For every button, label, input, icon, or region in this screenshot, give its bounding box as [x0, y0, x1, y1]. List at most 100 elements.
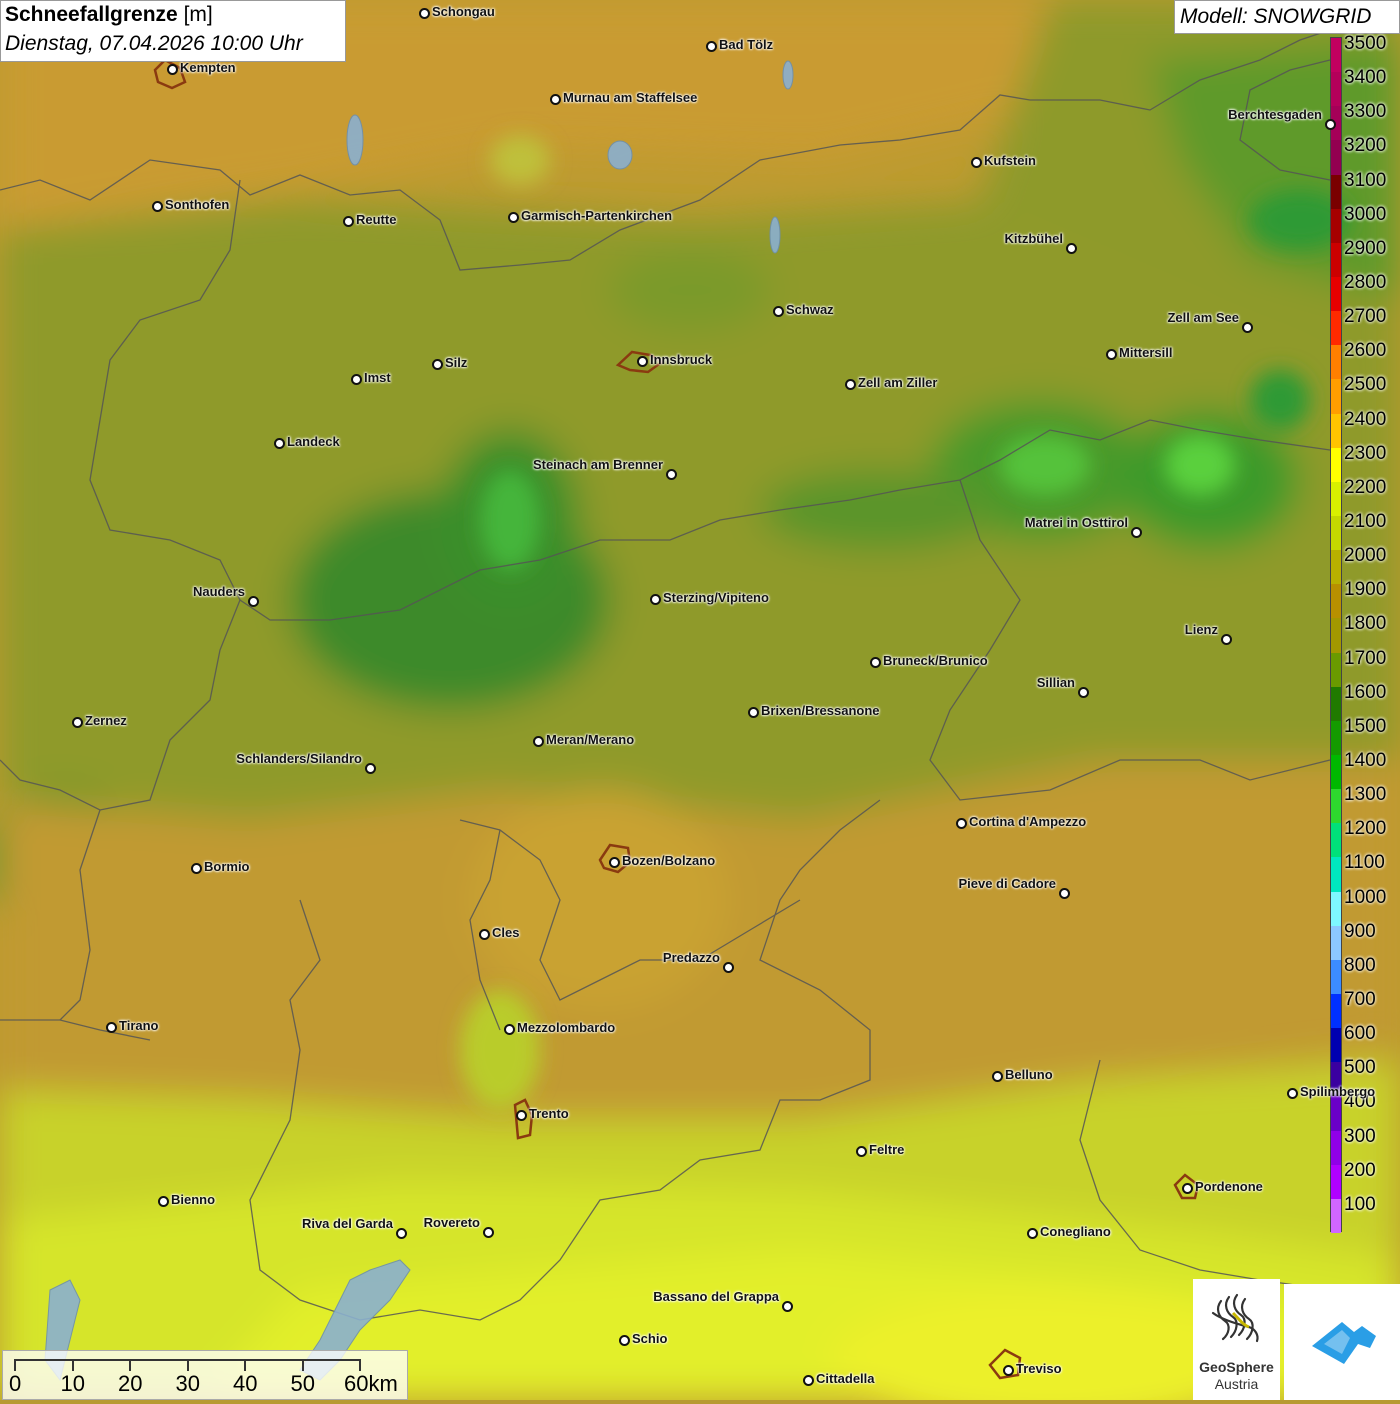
city-label: Bormio: [204, 859, 250, 874]
scale-tick: [301, 1359, 304, 1371]
city-dot-icon: [1066, 243, 1077, 254]
city-label: Garmisch-Partenkirchen: [521, 208, 673, 223]
legend-label: 3300: [1344, 101, 1387, 123]
legend-label: 700: [1344, 989, 1376, 1010]
legend-swatch: [1331, 686, 1341, 721]
city-label: Schwaz: [786, 302, 834, 317]
city-dot-icon: [533, 736, 544, 747]
city-label: Schlanders/Silandro: [236, 751, 362, 766]
city-label: Zernez: [85, 713, 127, 728]
legend-label: 1700: [1344, 647, 1387, 669]
city-label: Predazzo: [662, 950, 720, 965]
legend-swatch: [1331, 72, 1341, 107]
legend-swatch: [1331, 174, 1341, 209]
city-dot-icon: [365, 763, 376, 774]
city-dot-icon: [483, 1227, 494, 1238]
scale-tick: [244, 1359, 246, 1371]
legend-swatch: [1331, 652, 1341, 687]
legend-label: 2500: [1344, 374, 1387, 396]
city-label: Cles: [492, 925, 520, 940]
city-label: Conegliano: [1040, 1224, 1111, 1239]
legend-label: 500: [1344, 1057, 1376, 1079]
city-dot-icon: [1059, 888, 1070, 899]
city-dot-icon: [870, 657, 881, 668]
city-label: Bruneck/Brunico: [883, 653, 988, 668]
city-dot-icon: [1325, 119, 1336, 130]
city-dot-icon: [1078, 687, 1089, 698]
scale-tick: [14, 1359, 16, 1371]
city-dot-icon: [1106, 349, 1117, 360]
city-dot-icon: [516, 1110, 527, 1121]
legend-label: 1300: [1344, 784, 1387, 806]
legend-label: 2700: [1344, 306, 1387, 328]
city-label: Spilimbergo: [1300, 1084, 1376, 1099]
legend-swatch: [1331, 584, 1341, 619]
city-dot-icon: [1287, 1088, 1298, 1099]
city-label: Bienno: [171, 1192, 216, 1207]
city-label: Sterzing/Vipiteno: [663, 590, 769, 605]
legend-swatch: [1331, 515, 1341, 551]
city-dot-icon: [650, 594, 661, 605]
city-dot-icon: [803, 1375, 814, 1386]
legend-swatch: [1331, 1028, 1341, 1063]
city-label: Cittadella: [816, 1371, 875, 1386]
city-label: Sillian: [1036, 675, 1075, 690]
city-label: Sonthofen: [165, 197, 230, 212]
city-dot-icon: [351, 374, 362, 385]
legend-label: 2000: [1344, 545, 1387, 567]
city-dot-icon: [856, 1146, 867, 1157]
city-dot-icon: [782, 1301, 793, 1312]
city-label: Matrei in Osttirol: [1024, 515, 1128, 530]
city-label: Murnau am Staffelsee: [563, 90, 698, 105]
model-label: Modell: SNOWGRID: [1180, 5, 1372, 28]
scale-bar: 0 10 20 30 40 50 60km: [2, 1350, 408, 1400]
legend-swatch: [1331, 481, 1341, 516]
city-dot-icon: [971, 157, 982, 168]
legend-swatch: [1331, 993, 1341, 1029]
city-dot-icon: [723, 962, 734, 973]
city-dot-icon: [845, 379, 856, 390]
legend-label: 2800: [1344, 272, 1387, 293]
city-label: Zell am See: [1167, 310, 1239, 325]
geosphere-name: GeoSphere: [1199, 1359, 1274, 1375]
map-datetime: Dienstag, 07.04.2026 10:00 Uhr: [5, 32, 303, 55]
scale-label: 0: [9, 1371, 22, 1396]
city-label: Trento: [529, 1106, 569, 1121]
legend-label: 1800: [1344, 613, 1387, 635]
city-dot-icon: [508, 212, 519, 223]
legend-swatch: [1331, 618, 1341, 653]
legend-label: 1100: [1344, 852, 1385, 874]
city-dot-icon: [666, 469, 677, 480]
legend-swatch: [1331, 413, 1341, 448]
legend-swatch: [1331, 208, 1341, 243]
legend-swatch: [1331, 447, 1341, 482]
city-label: Schongau: [432, 4, 495, 19]
legend-label: 3000: [1344, 203, 1387, 225]
city-dot-icon: [504, 1024, 515, 1035]
city-label: Riva del Garda: [301, 1216, 393, 1231]
geosphere-subname: Austria: [1214, 1376, 1259, 1392]
scale-label: 40: [233, 1371, 258, 1396]
model-panel: Modell: SNOWGRID: [1174, 0, 1400, 34]
city-dot-icon: [432, 359, 443, 370]
legend-label: 100: [1344, 1193, 1376, 1215]
geosphere-logo[interactable]: GeoSphere Austria: [1193, 1279, 1280, 1400]
city-dot-icon: [1182, 1183, 1193, 1194]
city-label: Feltre: [869, 1142, 905, 1157]
map-title-panel: Schneefallgrenze [m] Dienstag, 07.04.202…: [0, 0, 346, 62]
legend-label: 800: [1344, 954, 1376, 976]
app-logo[interactable]: [1284, 1284, 1400, 1400]
title-text: Schneefallgrenze: [5, 3, 178, 26]
city-label: Kempten: [180, 60, 236, 75]
legend-swatch: [1331, 1164, 1341, 1199]
city-dot-icon: [992, 1071, 1003, 1082]
city-label: Innsbruck: [650, 352, 713, 367]
legend-swatch: [1331, 379, 1341, 414]
city-dot-icon: [550, 94, 561, 105]
city-label: Pieve di Cadore: [958, 876, 1056, 891]
legend-label: 1000: [1344, 886, 1387, 908]
color-legend-bar: [1330, 37, 1342, 1233]
city-label: Bozen/Bolzano: [622, 853, 716, 868]
city-dot-icon: [72, 717, 83, 728]
city-dot-icon: [419, 8, 430, 19]
